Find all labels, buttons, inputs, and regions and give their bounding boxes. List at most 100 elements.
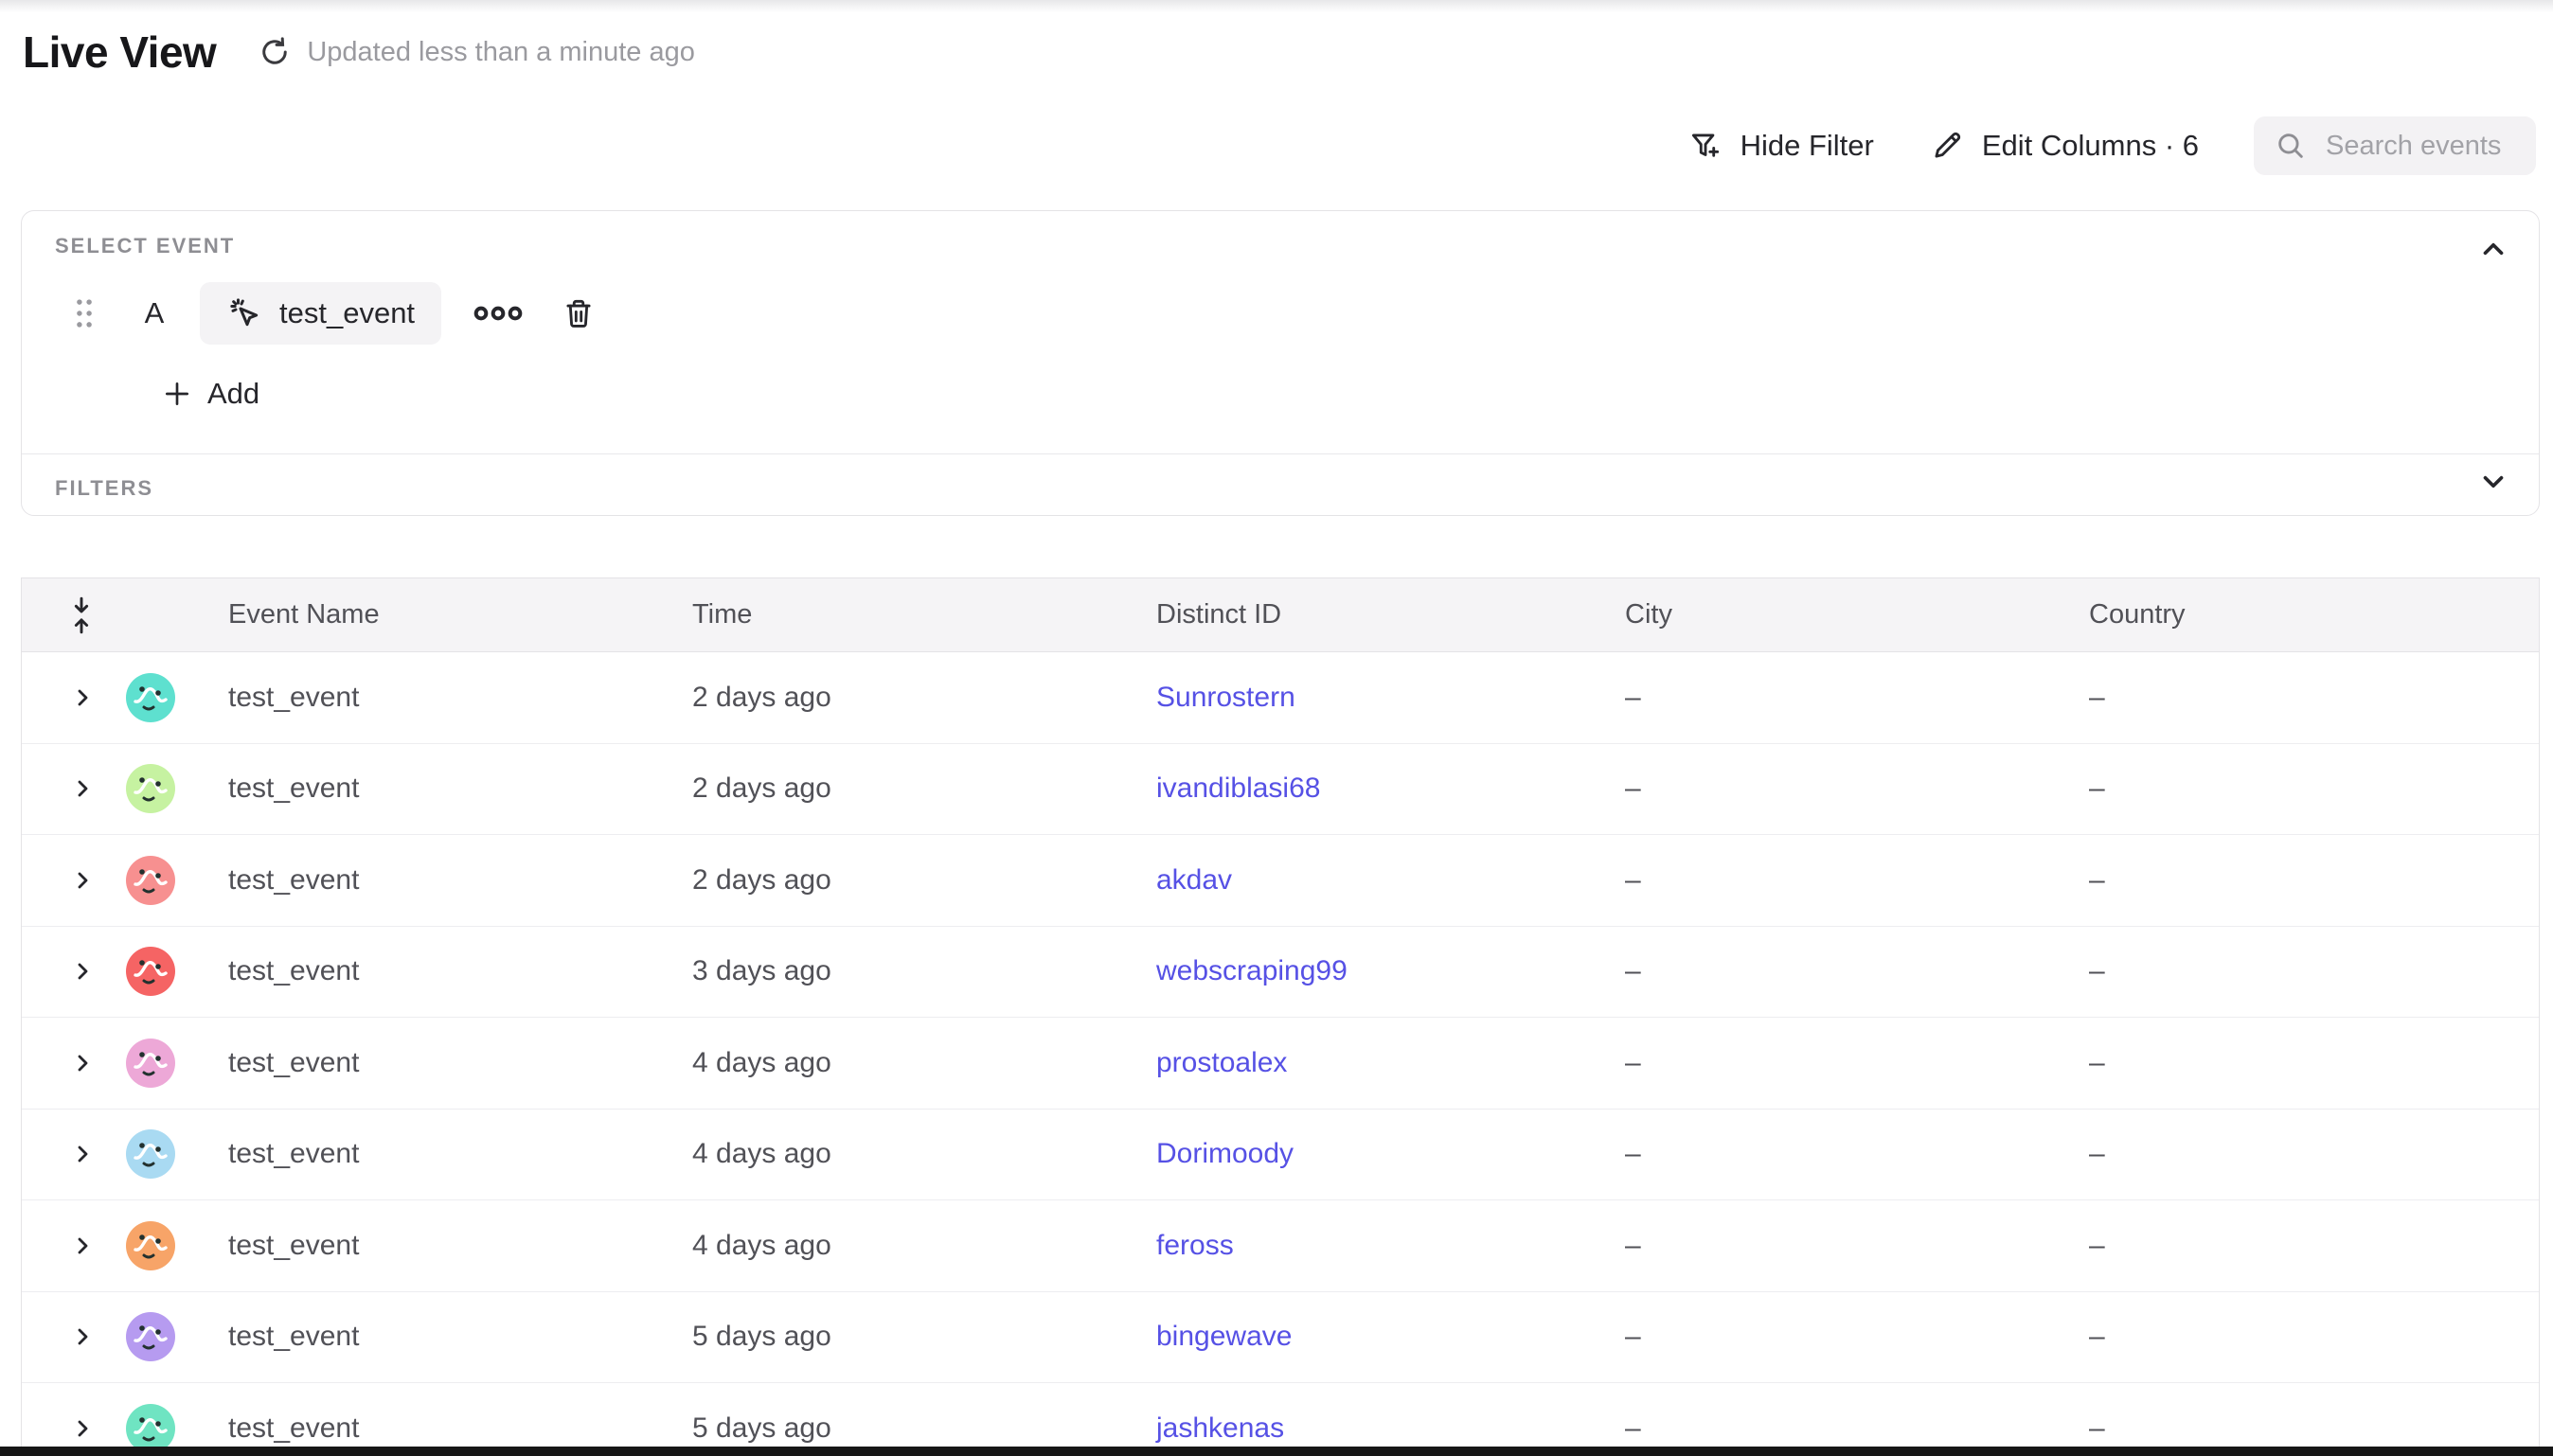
collapse-select-event-button[interactable] [2473,228,2514,270]
expand-row-button[interactable] [22,1325,126,1348]
cell-time: 2 days ago [692,772,1156,805]
cell-city: – [1625,1138,2089,1170]
cell-distinct-id-link[interactable]: akdav [1156,864,1625,897]
table-row: test_event 4 days ago Dorimoody – – [22,1110,2539,1201]
plus-icon [162,379,192,409]
user-avatar[interactable] [126,1129,175,1179]
edit-columns-label: Edit Columns · 6 [1982,129,2199,163]
cell-distinct-id-link[interactable]: Dorimoody [1156,1138,1625,1170]
event-select-chip[interactable]: test_event [200,282,441,345]
select-event-label: SELECT EVENT [55,234,235,258]
edit-columns-button[interactable]: Edit Columns · 6 [1929,128,2199,164]
user-avatar[interactable] [126,1221,175,1270]
step-letter: A [140,296,169,330]
search-events-input[interactable] [2326,131,2515,162]
cell-distinct-id-link[interactable]: Sunrostern [1156,682,1625,714]
chevron-right-icon [71,1417,94,1440]
expand-row-button[interactable] [22,1143,126,1165]
cell-country: – [2089,1138,2539,1170]
cell-distinct-id-link[interactable]: jashkenas [1156,1412,1625,1445]
cell-country: – [2089,772,2539,805]
cell-city: – [1625,864,2089,897]
collapse-arrows-icon [69,595,94,635]
add-label: Add [207,377,259,411]
live-view-page: Live View Updated less than a minute ago… [0,0,2553,1456]
user-avatar[interactable] [126,764,175,813]
table-header-row: Event Name Time Distinct ID City Country [22,578,2539,652]
refresh-button[interactable] [256,33,294,71]
user-avatar[interactable] [126,1039,175,1088]
chevron-right-icon [71,1234,94,1257]
cell-distinct-id-link[interactable]: ivandiblasi68 [1156,772,1625,805]
table-body: test_event 2 days ago Sunrostern – – [22,652,2539,1456]
cell-time: 4 days ago [692,1138,1156,1170]
cell-country: – [2089,1321,2539,1353]
cell-event-name: test_event [228,864,692,897]
column-header-time[interactable]: Time [692,599,1156,630]
cell-time: 5 days ago [692,1321,1156,1353]
bottom-edge-bar [0,1447,2553,1456]
top-shadow [0,0,2553,12]
chevron-right-icon [71,686,94,709]
expand-row-button[interactable] [22,777,126,800]
cell-time: 2 days ago [692,682,1156,714]
chevron-down-icon [2477,466,2509,498]
more-options-icon[interactable] [473,304,523,323]
cell-city: – [1625,772,2089,805]
cell-country: – [2089,1412,2539,1445]
page-header: Live View Updated less than a minute ago [23,27,695,78]
user-avatar[interactable] [126,1404,175,1453]
user-avatar[interactable] [126,1312,175,1361]
table-row: test_event 4 days ago prostoalex – – [22,1018,2539,1110]
cell-distinct-id-link[interactable]: bingewave [1156,1321,1625,1353]
column-header-city[interactable]: City [1625,599,2089,630]
table-row: test_event 5 days ago jashkenas – – [22,1383,2539,1456]
cell-distinct-id-link[interactable]: webscraping99 [1156,955,1625,987]
cell-country: – [2089,1230,2539,1262]
expand-row-button[interactable] [22,960,126,983]
collapse-rows-button[interactable] [22,595,126,635]
expand-row-button[interactable] [22,686,126,709]
expand-row-button[interactable] [22,1052,126,1074]
events-table: Event Name Time Distinct ID City Country [21,577,2540,1456]
user-avatar[interactable] [126,856,175,905]
delete-event-icon[interactable] [561,294,597,332]
expand-row-button[interactable] [22,1417,126,1440]
cell-time: 3 days ago [692,955,1156,987]
cell-distinct-id-link[interactable]: feross [1156,1230,1625,1262]
cell-event-name: test_event [228,1047,692,1079]
chevron-right-icon [71,869,94,892]
event-step-row: A test_event [22,282,2539,345]
search-events-box[interactable] [2254,116,2536,175]
user-avatar[interactable] [126,673,175,722]
filters-label: FILTERS [55,476,153,501]
refresh-icon [258,35,292,69]
table-row: test_event 2 days ago Sunrostern – – [22,652,2539,744]
user-avatar[interactable] [126,947,175,996]
page-title: Live View [23,27,216,78]
hide-filter-button[interactable]: Hide Filter [1687,128,1874,164]
search-icon [2275,130,2307,162]
drag-handle-icon[interactable] [74,297,95,329]
chevron-right-icon [71,960,94,983]
cell-city: – [1625,1047,2089,1079]
expand-row-button[interactable] [22,1234,126,1257]
column-header-distinct-id[interactable]: Distinct ID [1156,599,1625,630]
column-header-event-name[interactable]: Event Name [228,599,692,630]
query-builder-card: SELECT EVENT A test_event [21,210,2540,516]
cell-event-name: test_event [228,1138,692,1170]
table-row: test_event 5 days ago bingewave – – [22,1292,2539,1384]
add-event-button[interactable]: Add [145,367,277,420]
cell-time: 5 days ago [692,1412,1156,1445]
cell-city: – [1625,1321,2089,1353]
column-header-country[interactable]: Country [2089,599,2539,630]
chevron-right-icon [71,777,94,800]
cell-city: – [1625,1230,2089,1262]
cell-distinct-id-link[interactable]: prostoalex [1156,1047,1625,1079]
cell-event-name: test_event [228,1412,692,1445]
table-toolbar: Hide Filter Edit Columns · 6 [1687,115,2536,176]
expand-row-button[interactable] [22,869,126,892]
table-row: test_event 2 days ago akdav – – [22,835,2539,927]
pencil-icon [1929,128,1965,164]
expand-filters-button[interactable] [2473,461,2514,503]
